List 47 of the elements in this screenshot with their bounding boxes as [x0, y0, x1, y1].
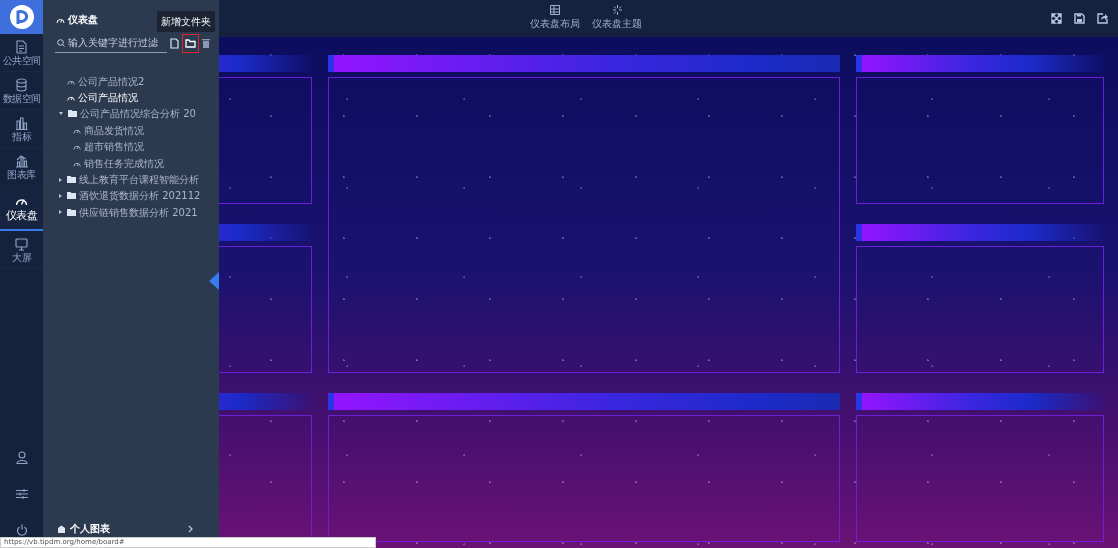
new-folder-button[interactable] — [182, 33, 199, 53]
folder-icon — [68, 110, 77, 118]
user-icon[interactable] — [15, 451, 28, 464]
collapse-handle[interactable] — [209, 272, 219, 290]
tree-item[interactable]: 酒饮退货数据分析 202112 — [43, 187, 201, 205]
share-icon[interactable] — [1097, 13, 1108, 24]
logo-icon — [8, 4, 35, 30]
tree-item[interactable]: 公司产品情况 — [43, 89, 138, 106]
tooltip: 新增文件夹 — [157, 11, 215, 32]
toolbar-button[interactable]: 仪表盘布局 — [530, 5, 580, 31]
sparkle-icon — [611, 5, 623, 15]
toolbar-button[interactable]: 仪表盘主题 — [592, 5, 642, 31]
tree-item[interactable]: 商品发货情况 — [43, 122, 144, 139]
power-icon[interactable] — [15, 524, 28, 536]
panel-title: 仪表盘 — [68, 13, 98, 27]
database-icon — [15, 78, 28, 92]
logo[interactable] — [0, 0, 43, 34]
tree-item[interactable]: 超市销售情况 — [43, 138, 144, 155]
gauge-icon — [73, 143, 81, 151]
new-dashboard-button[interactable] — [168, 35, 181, 51]
caret-icon — [59, 177, 62, 182]
file-icon — [170, 37, 179, 49]
chevron-right-icon[interactable] — [188, 524, 193, 533]
tree-item[interactable]: 供应链销售数据分析 2021 — [43, 204, 198, 221]
chart-library-icon — [15, 154, 28, 168]
trash-icon — [202, 38, 210, 48]
folder-icon — [185, 38, 196, 48]
monitor-icon — [15, 237, 28, 251]
caret-icon — [59, 112, 63, 116]
save-icon[interactable] — [1074, 13, 1085, 24]
tree-item[interactable]: 公司产品情况综合分析 20 — [43, 105, 196, 123]
gauge-icon — [67, 94, 75, 102]
bar-chart-icon — [15, 116, 28, 130]
delete-button[interactable] — [200, 36, 212, 50]
tree-item[interactable]: 线上教育平台课程智能分析 — [43, 171, 199, 188]
search-field[interactable]: 输入关键字进行过滤 — [55, 33, 167, 53]
search-icon — [57, 38, 65, 47]
caret-icon — [59, 210, 62, 215]
sliders-icon[interactable] — [15, 488, 28, 500]
tree-item[interactable]: 公司产品情况2 — [43, 73, 145, 90]
fullscreen-icon[interactable] — [1051, 13, 1062, 24]
document-icon — [15, 40, 28, 54]
grid-layout-icon — [550, 5, 560, 15]
building-icon — [57, 524, 66, 533]
caret-icon — [59, 193, 62, 198]
section-label[interactable]: 个人图表 — [70, 521, 110, 536]
tree-item[interactable]: 销售任务完成情况 — [43, 154, 164, 172]
